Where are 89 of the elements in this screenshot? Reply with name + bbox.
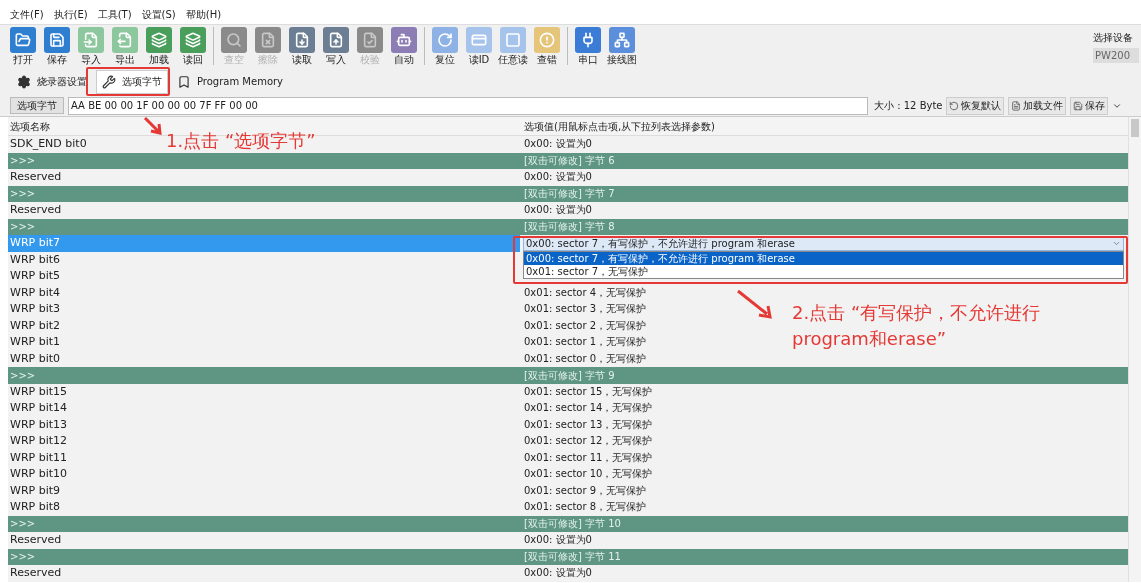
floppy-icon [1073, 100, 1084, 111]
option-value[interactable]: 0x01: sector 9，无写保护 [520, 484, 647, 496]
option-name[interactable]: Reserved [10, 533, 62, 546]
toolbar-button[interactable]: 导出 [108, 27, 142, 66]
toolbar-button[interactable]: 接线图 [605, 27, 639, 66]
option-name[interactable]: WRP bit6 [10, 252, 60, 266]
annotation-text: 2.点击 “有写保护，不允许进行 program和erase” [792, 301, 1042, 351]
option-name[interactable]: WRP bit3 [10, 302, 60, 315]
option-name[interactable]: WRP bit10 [10, 467, 67, 480]
restore-icon [949, 100, 960, 111]
option-name[interactable]: WRP bit8 [10, 500, 60, 513]
group-marker: >>> [10, 221, 36, 233]
size-label: 大小 : 12 Byte [874, 99, 943, 113]
toolbar-button[interactable]: 保存 [40, 27, 74, 66]
option-value[interactable]: 0x01: sector 3，无写保护 [520, 303, 647, 314]
file-icon [1011, 100, 1022, 111]
option-name[interactable]: WRP bit1 [10, 335, 60, 348]
toolbar-button[interactable]: 打开 [6, 27, 40, 66]
option-value[interactable]: 0x00: 设置为0 [520, 204, 592, 215]
option-name[interactable]: WRP bit11 [10, 450, 67, 464]
toolbar-button[interactable]: 读取 [285, 27, 319, 66]
option-value[interactable]: 0x00: 设置为0 [520, 567, 592, 578]
chevron-icon [1112, 239, 1121, 248]
option-value[interactable]: 0x01: sector 15，无写保护 [520, 385, 653, 397]
toolbar-button[interactable]: 加载 [142, 27, 176, 66]
menu-item[interactable]: 设置(S) [141, 7, 176, 22]
column-header[interactable]: 选项值(用鼠标点击项,从下拉列表选择参数) [520, 118, 715, 134]
group-marker: >>> [10, 155, 36, 167]
option-value[interactable]: 0x01: sector 12，无写保护 [520, 435, 653, 446]
bookmark-icon [177, 74, 191, 89]
option-name[interactable]: WRP bit12 [10, 434, 67, 447]
tab[interactable]: 烧录器设置 [12, 69, 92, 94]
option-value[interactable]: 0x01: sector 8，无写保护 [520, 501, 647, 512]
option-name[interactable]: Reserved [10, 170, 62, 183]
option-name[interactable]: WRP bit13 [10, 417, 67, 431]
option-name[interactable]: WRP bit0 [10, 351, 60, 365]
option-value[interactable]: 0x01: sector 11，无写保护 [520, 451, 653, 463]
action-button[interactable]: 恢复默认 [946, 96, 1005, 115]
toolbar-button[interactable]: 导入 [74, 27, 108, 66]
action-button[interactable]: 保存 [1070, 96, 1109, 115]
group-marker: >>> [10, 551, 36, 563]
option-value[interactable]: 0x01: sector 0，无写保护 [520, 352, 647, 364]
toolbar-button[interactable]: 任意读 [496, 27, 530, 66]
device-field[interactable]: PW200 [1093, 48, 1139, 63]
tab[interactable]: 选项字节 [96, 69, 168, 94]
option-name[interactable]: Reserved [10, 566, 62, 579]
toolbar-button[interactable]: 读ID [462, 27, 496, 66]
option-value[interactable]: 0x01: sector 14，无写保护 [520, 402, 653, 413]
group-marker: >>> [10, 518, 36, 530]
option-value[interactable]: 0x01: sector 4，无写保护 [520, 286, 647, 298]
toolbar-button[interactable]: 串口 [571, 27, 605, 66]
gear-icon [17, 74, 31, 89]
option-name[interactable]: WRP bit15 [10, 384, 67, 398]
toolbar-button[interactable]: 查错 [530, 27, 564, 66]
arrow [735, 288, 775, 320]
menu-item[interactable]: 帮助(H) [185, 7, 222, 22]
option-byte-button[interactable]: 选项字节 [10, 97, 64, 114]
tab[interactable]: Program Memory [172, 69, 289, 94]
toolbar-button[interactable]: 读回 [176, 27, 210, 66]
column-header[interactable]: 选项名称 [10, 120, 50, 132]
menu-item[interactable]: 文件(F) [10, 7, 44, 22]
option-name[interactable]: Reserved [10, 203, 62, 216]
option-name[interactable]: WRP bit5 [10, 269, 60, 282]
option-value[interactable]: 0x00: 设置为0 [520, 534, 592, 545]
option-value[interactable]: 0x00: 设置为0 [520, 138, 592, 149]
option-name[interactable]: WRP bit14 [10, 401, 67, 414]
option-value[interactable]: 0x01: sector 13，无写保护 [520, 418, 653, 430]
menu-item[interactable]: 执行(E) [53, 7, 88, 22]
option-name[interactable]: WRP bit4 [10, 285, 60, 299]
toolbar-button[interactable]: 自动 [387, 27, 421, 66]
toolbar-button[interactable]: 写入 [319, 27, 353, 66]
scrollbar[interactable] [1128, 117, 1141, 582]
wrench-icon [102, 74, 116, 89]
option-value[interactable]: 0x01: sector 2，无写保护 [520, 319, 647, 331]
annotation-text: 1.点击 “选项字节” [166, 129, 316, 153]
option-value[interactable]: 0x01: sector 1，无写保护 [520, 336, 647, 347]
group-marker: >>> [10, 188, 36, 200]
option-name[interactable]: WRP bit2 [10, 318, 60, 332]
dropdown-option[interactable]: 0x00: sector 7，有写保护，不允许进行 program 和erase [524, 252, 1123, 265]
option-name[interactable]: WRP bit9 [10, 483, 60, 497]
option-value[interactable]: 0x00: 设置为0 [520, 171, 592, 182]
menu-item[interactable]: 工具(T) [97, 7, 132, 22]
group-marker: >>> [10, 369, 36, 381]
action-button[interactable]: 加载文件 [1008, 96, 1067, 115]
device-label: 选择设备 [1093, 31, 1133, 45]
toolbar-button[interactable]: 复位 [428, 27, 462, 66]
option-byte-field[interactable]: AA BE 00 00 1F 00 00 00 7F FF 00 00 [68, 96, 868, 115]
option-name[interactable]: SDK_END bit0 [10, 137, 87, 150]
option-value[interactable]: 0x01: sector 10，无写保护 [520, 468, 653, 479]
